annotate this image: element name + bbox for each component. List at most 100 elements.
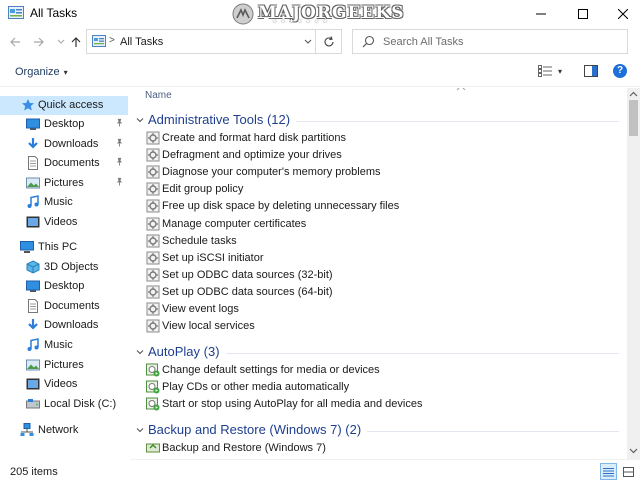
nav-item-label: Pictures [44,177,84,189]
nav-item-label: Desktop [44,280,85,292]
group-header[interactable]: Administrative Tools (12) [130,110,627,130]
task-label: Play CDs or other media automatically [162,381,350,393]
scroll-down-icon[interactable] [629,448,638,454]
downloads-icon [26,318,40,332]
large-icons-view-button[interactable] [620,463,637,480]
organize-button[interactable]: Organize ▾ [15,66,68,78]
nav-quick-videos[interactable]: Videos [0,213,128,232]
organize-label: Organize [15,66,60,78]
preview-pane-button[interactable] [584,65,598,80]
nav-quick-access[interactable]: Quick access [0,96,128,115]
status-bar: 205 items [0,460,640,483]
nav-pc-documents[interactable]: Documents [0,297,128,316]
nav-quick-downloads[interactable]: Downloads [0,135,128,154]
nav-item-label: Desktop [44,118,85,130]
task-label: Edit group policy [162,183,244,195]
recent-locations-button[interactable] [53,34,69,50]
forward-button[interactable] [31,34,47,50]
videos-icon [26,215,40,229]
nav-pc-local-disk-c-[interactable]: Local Disk (C:) [0,395,128,414]
maximize-icon [578,8,588,19]
admin-tools-icon [146,131,160,145]
admin-tools-icon [146,319,160,333]
group-name: Backup and Restore (Windows 7) (2) [148,422,362,437]
arrow-right-icon [34,37,44,47]
music-icon [26,338,40,352]
breadcrumb-all-tasks[interactable]: All Tasks [120,36,163,48]
close-button[interactable] [600,0,640,27]
search-icon [362,35,375,48]
desktop-icon [26,279,40,293]
chevron-down-icon[interactable] [136,425,144,437]
autoplay-icon [146,363,160,377]
address-bar[interactable]: > All Tasks [86,29,342,54]
control-panel-icon [8,6,24,19]
arrow-left-icon [10,37,20,47]
chevron-down-icon[interactable] [136,347,144,359]
details-view-icon [538,65,552,77]
back-button[interactable] [7,34,23,50]
nav-pc-downloads[interactable]: Downloads [0,316,128,335]
help-button[interactable]: ? [613,64,627,78]
nav-quick-music[interactable]: Music [0,193,128,212]
pin-icon [115,157,124,169]
nav-pc-desktop[interactable]: Desktop [0,277,128,296]
pictures-icon [26,358,40,372]
task-label: Create and format hard disk partitions [162,132,347,144]
up-button[interactable] [68,34,84,50]
scrollbar-thumb[interactable] [629,100,638,136]
task-label: Manage computer certificates [162,218,307,230]
nav-item-label: Documents [44,300,100,312]
nav-pc-pictures[interactable]: Pictures [0,356,128,375]
3d-objects-icon [26,260,40,274]
nav-pc-videos[interactable]: Videos [0,375,128,394]
close-icon [618,8,628,19]
group-header[interactable]: Backup and Restore (Windows 7) (2) [130,420,627,440]
details-view-button[interactable] [600,463,617,480]
group-divider [226,353,619,354]
nav-pc-3d-objects[interactable]: 3D Objects [0,258,128,277]
refresh-button[interactable] [315,29,342,54]
preview-pane-icon [584,65,598,77]
view-caret: ▾ [558,66,563,76]
control-panel-icon [92,35,106,47]
admin-tools-icon [146,165,160,179]
scroll-up-icon[interactable] [629,91,638,97]
change-view-button[interactable]: ▾ [538,65,562,77]
task-label: Schedule tasks [162,235,237,247]
nav-item-label: Network [38,424,79,436]
documents-icon [26,299,40,313]
nav-quick-pictures[interactable]: Pictures [0,174,128,193]
breadcrumb-separator[interactable]: > [109,35,115,46]
watermark-logo: MAJORGEEKS ★★★★★★★ [232,0,404,27]
column-header-name[interactable]: Name [145,90,172,101]
group-divider [367,431,619,432]
address-history-dropdown[interactable] [301,34,315,50]
task-label: Set up ODBC data sources (64-bit) [162,286,333,298]
network-icon [20,423,34,437]
search-box[interactable] [352,29,628,54]
nav-item-label: Local Disk (C:) [44,398,117,410]
task-label: Diagnose your computer's memory problems [162,166,381,178]
nav-network[interactable]: Network [0,421,128,440]
minimize-button[interactable] [518,0,564,27]
nav-pc-music[interactable]: Music [0,336,128,355]
nav-quick-documents[interactable]: Documents [0,154,128,173]
nav-this-pc[interactable]: This PC [0,238,128,257]
chevron-down-icon[interactable] [136,115,144,127]
pictures-icon [26,176,40,190]
task-label: Set up iSCSI initiator [162,252,264,264]
nav-item-label: Pictures [44,359,84,371]
nav-quick-desktop[interactable]: Desktop [0,115,128,134]
task-label: Free up disk space by deleting unnecessa… [162,200,400,212]
group-header[interactable]: AutoPlay (3) [130,342,627,362]
nav-item-label: Documents [44,157,100,169]
desktop-icon [26,117,40,131]
downloads-icon [26,137,40,151]
nav-item-label: This PC [38,241,78,253]
autoplay-icon [146,397,160,411]
group-name: Administrative Tools (12) [148,112,291,127]
vertical-scrollbar[interactable] [627,88,640,460]
search-input[interactable] [383,34,613,50]
pin-icon [115,177,124,189]
